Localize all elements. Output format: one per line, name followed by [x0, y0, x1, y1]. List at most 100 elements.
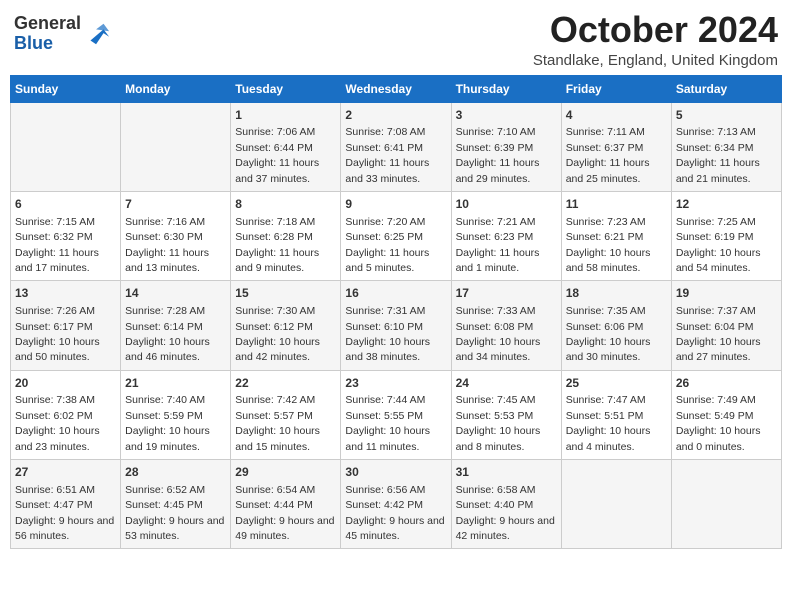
logo-blue: Blue	[14, 33, 53, 53]
day-of-week-header: Thursday	[451, 75, 561, 102]
calendar-cell: 17 Sunrise: 7:33 AM Sunset: 6:08 PM Dayli…	[451, 281, 561, 370]
day-info: Sunrise: 7:38 AM Sunset: 6:02 PM Dayligh…	[15, 394, 100, 452]
day-number: 9	[345, 196, 446, 213]
day-number: 23	[345, 375, 446, 392]
day-info: Sunrise: 7:08 AM Sunset: 6:41 PM Dayligh…	[345, 126, 429, 184]
title-section: October 2024 Standlake, England, United …	[533, 10, 778, 69]
calendar-header-row: SundayMondayTuesdayWednesdayThursdayFrid…	[11, 75, 782, 102]
day-number: 15	[235, 285, 336, 302]
calendar-cell: 4Sunrise: 7:11 AM Sunset: 6:37 PM Daylig…	[561, 102, 671, 191]
day-number: 26	[676, 375, 777, 392]
day-number: 14	[125, 285, 226, 302]
calendar-cell: 12 Sunrise: 7:25 AM Sunset: 6:19 PM Dayli…	[671, 191, 781, 280]
day-info: Sunrise: 7:21 AM Sunset: 6:23 PM Dayligh…	[456, 216, 540, 274]
day-info: Sunrise: 7:18 AM Sunset: 6:28 PM Dayligh…	[235, 216, 319, 274]
calendar-cell: 2 Sunrise: 7:08 AM Sunset: 6:41 PM Daylig…	[341, 102, 451, 191]
day-of-week-header: Wednesday	[341, 75, 451, 102]
calendar-cell: 9 Sunrise: 7:20 AM Sunset: 6:25 PM Daylig…	[341, 191, 451, 280]
calendar-cell: 18Sunrise: 7:35 AM Sunset: 6:06 PM Dayli…	[561, 281, 671, 370]
day-info: Sunrise: 7:47 AM Sunset: 5:51 PM Dayligh…	[566, 394, 651, 452]
day-info: Sunrise: 7:33 AM Sunset: 6:08 PM Dayligh…	[456, 305, 541, 363]
location: Standlake, England, United Kingdom	[533, 52, 778, 69]
logo-general: General	[14, 13, 81, 33]
day-number: 12	[676, 196, 777, 213]
calendar-cell: 14 Sunrise: 7:28 AM Sunset: 6:14 PM Dayli…	[121, 281, 231, 370]
day-number: 21	[125, 375, 226, 392]
calendar-table: SundayMondayTuesdayWednesdayThursdayFrid…	[10, 75, 782, 550]
calendar-cell: 7 Sunrise: 7:16 AM Sunset: 6:30 PM Daylig…	[121, 191, 231, 280]
day-number: 13	[15, 285, 116, 302]
day-info: Sunrise: 7:15 AM Sunset: 6:32 PM Dayligh…	[15, 216, 99, 274]
day-number: 11	[566, 196, 667, 213]
calendar-cell	[561, 460, 671, 549]
calendar-cell: 11 Sunrise: 7:23 AM Sunset: 6:21 PM Dayli…	[561, 191, 671, 280]
day-of-week-header: Sunday	[11, 75, 121, 102]
day-number: 10	[456, 196, 557, 213]
day-info: Sunrise: 7:20 AM Sunset: 6:25 PM Dayligh…	[345, 216, 429, 274]
day-number: 17	[456, 285, 557, 302]
day-number: 30	[345, 464, 446, 481]
page-header: General Blue October 2024 Standlake, Eng…	[10, 10, 782, 69]
calendar-cell: 15Sunrise: 7:30 AM Sunset: 6:12 PM Dayli…	[231, 281, 341, 370]
calendar-cell: 13Sunrise: 7:26 AM Sunset: 6:17 PM Dayli…	[11, 281, 121, 370]
day-info: Sunrise: 7:42 AM Sunset: 5:57 PM Dayligh…	[235, 394, 320, 452]
calendar-cell: 27 Sunrise: 6:51 AM Sunset: 4:47 PM Dayli…	[11, 460, 121, 549]
day-info: Sunrise: 7:06 AM Sunset: 6:44 PM Dayligh…	[235, 126, 319, 184]
day-info: Sunrise: 7:45 AM Sunset: 5:53 PM Dayligh…	[456, 394, 541, 452]
calendar-cell: 24 Sunrise: 7:45 AM Sunset: 5:53 PM Dayli…	[451, 370, 561, 459]
calendar-cell: 23 Sunrise: 7:44 AM Sunset: 5:55 PM Dayli…	[341, 370, 451, 459]
day-number: 1	[235, 107, 336, 124]
day-info: Sunrise: 7:16 AM Sunset: 6:30 PM Dayligh…	[125, 216, 209, 274]
day-of-week-header: Tuesday	[231, 75, 341, 102]
calendar-cell: 16Sunrise: 7:31 AM Sunset: 6:10 PM Dayli…	[341, 281, 451, 370]
day-info: Sunrise: 7:40 AM Sunset: 5:59 PM Dayligh…	[125, 394, 210, 452]
day-number: 27	[15, 464, 116, 481]
calendar-cell: 19Sunrise: 7:37 AM Sunset: 6:04 PM Dayli…	[671, 281, 781, 370]
calendar-cell: 31Sunrise: 6:58 AM Sunset: 4:40 PM Dayli…	[451, 460, 561, 549]
calendar-week-row: 6 Sunrise: 7:15 AM Sunset: 6:32 PM Daylig…	[11, 191, 782, 280]
day-number: 7	[125, 196, 226, 213]
day-info: Sunrise: 6:52 AM Sunset: 4:45 PM Dayligh…	[125, 484, 224, 542]
day-of-week-header: Friday	[561, 75, 671, 102]
day-of-week-header: Saturday	[671, 75, 781, 102]
calendar-cell: 20Sunrise: 7:38 AM Sunset: 6:02 PM Dayli…	[11, 370, 121, 459]
day-number: 24	[456, 375, 557, 392]
calendar-cell: 8Sunrise: 7:18 AM Sunset: 6:28 PM Daylig…	[231, 191, 341, 280]
day-info: Sunrise: 6:51 AM Sunset: 4:47 PM Dayligh…	[15, 484, 114, 542]
day-number: 6	[15, 196, 116, 213]
day-info: Sunrise: 7:44 AM Sunset: 5:55 PM Dayligh…	[345, 394, 430, 452]
day-info: Sunrise: 7:13 AM Sunset: 6:34 PM Dayligh…	[676, 126, 760, 184]
day-info: Sunrise: 6:54 AM Sunset: 4:44 PM Dayligh…	[235, 484, 334, 542]
calendar-week-row: 1 Sunrise: 7:06 AM Sunset: 6:44 PM Daylig…	[11, 102, 782, 191]
day-info: Sunrise: 6:58 AM Sunset: 4:40 PM Dayligh…	[456, 484, 555, 542]
day-info: Sunrise: 7:25 AM Sunset: 6:19 PM Dayligh…	[676, 216, 761, 274]
day-number: 29	[235, 464, 336, 481]
calendar-cell: 28 Sunrise: 6:52 AM Sunset: 4:45 PM Dayli…	[121, 460, 231, 549]
day-number: 3	[456, 107, 557, 124]
day-number: 22	[235, 375, 336, 392]
day-info: Sunrise: 7:37 AM Sunset: 6:04 PM Dayligh…	[676, 305, 761, 363]
day-info: Sunrise: 7:49 AM Sunset: 5:49 PM Dayligh…	[676, 394, 761, 452]
calendar-cell	[11, 102, 121, 191]
calendar-cell: 29 Sunrise: 6:54 AM Sunset: 4:44 PM Dayli…	[231, 460, 341, 549]
day-info: Sunrise: 7:28 AM Sunset: 6:14 PM Dayligh…	[125, 305, 210, 363]
calendar-cell: 10 Sunrise: 7:21 AM Sunset: 6:23 PM Dayli…	[451, 191, 561, 280]
day-number: 28	[125, 464, 226, 481]
day-of-week-header: Monday	[121, 75, 231, 102]
day-info: Sunrise: 7:23 AM Sunset: 6:21 PM Dayligh…	[566, 216, 651, 274]
day-info: Sunrise: 7:10 AM Sunset: 6:39 PM Dayligh…	[456, 126, 540, 184]
calendar-cell: 1 Sunrise: 7:06 AM Sunset: 6:44 PM Daylig…	[231, 102, 341, 191]
calendar-cell: 30 Sunrise: 6:56 AM Sunset: 4:42 PM Dayli…	[341, 460, 451, 549]
calendar-cell: 21 Sunrise: 7:40 AM Sunset: 5:59 PM Dayli…	[121, 370, 231, 459]
calendar-week-row: 20Sunrise: 7:38 AM Sunset: 6:02 PM Dayli…	[11, 370, 782, 459]
day-info: Sunrise: 6:56 AM Sunset: 4:42 PM Dayligh…	[345, 484, 444, 542]
day-number: 5	[676, 107, 777, 124]
calendar-cell: 3 Sunrise: 7:10 AM Sunset: 6:39 PM Daylig…	[451, 102, 561, 191]
calendar-cell	[121, 102, 231, 191]
day-number: 2	[345, 107, 446, 124]
day-info: Sunrise: 7:35 AM Sunset: 6:06 PM Dayligh…	[566, 305, 651, 363]
logo: General Blue	[14, 14, 111, 54]
calendar-cell: 5 Sunrise: 7:13 AM Sunset: 6:34 PM Daylig…	[671, 102, 781, 191]
calendar-week-row: 13Sunrise: 7:26 AM Sunset: 6:17 PM Dayli…	[11, 281, 782, 370]
calendar-cell: 26 Sunrise: 7:49 AM Sunset: 5:49 PM Dayli…	[671, 370, 781, 459]
